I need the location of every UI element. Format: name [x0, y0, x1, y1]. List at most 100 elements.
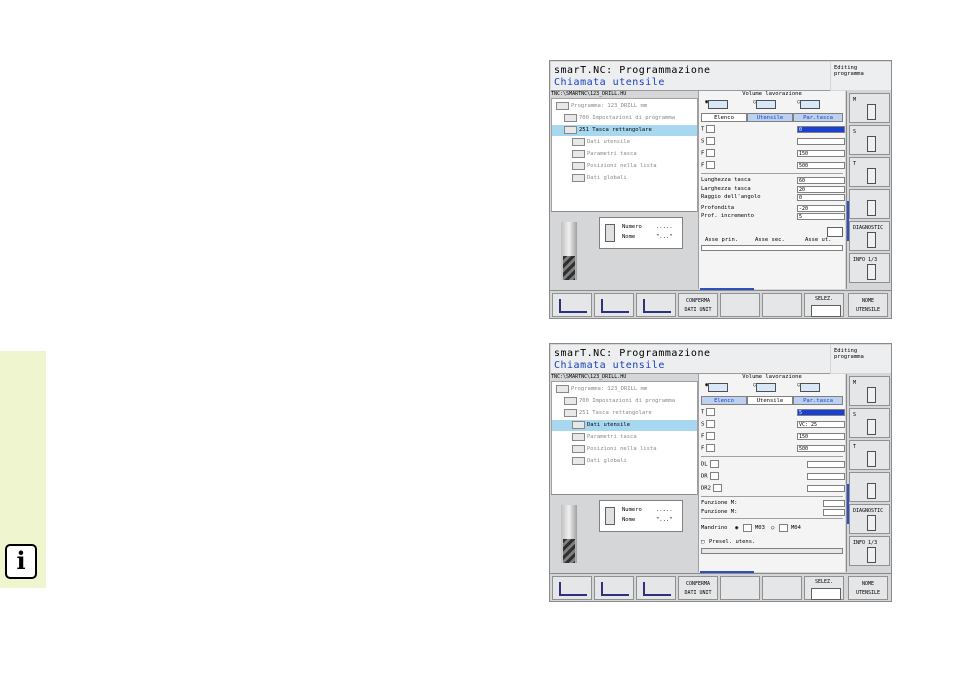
name-label-2: UTENSILE	[855, 307, 881, 313]
confirm-label-1: CONFERMA	[685, 581, 711, 587]
tree-item[interactable]: 700 Impostazioni di programma	[552, 113, 697, 124]
confirm-button[interactable]: CONFERMA DATI UNIT	[678, 293, 718, 317]
param-input[interactable]: -20	[797, 204, 845, 212]
tab-2[interactable]: Par.tasca	[793, 113, 843, 122]
side-softkey[interactable]	[849, 189, 890, 219]
side-softkey[interactable]: DIAGNOSTIC	[849, 221, 890, 251]
volume-radio[interactable]: ○	[797, 99, 821, 109]
side-softkey[interactable]: INFO 1/3	[849, 536, 890, 566]
tool-name-button[interactable]: NOME UTENSILE	[848, 576, 888, 600]
scroll-indicator[interactable]	[847, 484, 849, 524]
side-softkey[interactable]: DIAGNOSTIC	[849, 504, 890, 534]
tree-node-icon	[572, 161, 585, 170]
field-input[interactable]: 150	[797, 433, 845, 440]
offset-input[interactable]	[807, 461, 845, 468]
field-label-text: F	[701, 445, 705, 452]
field-input[interactable]: 500	[797, 445, 845, 452]
drill-icon	[867, 232, 876, 248]
empty-softkey[interactable]	[762, 293, 802, 317]
func-input[interactable]	[823, 509, 845, 516]
side-softkey[interactable]	[849, 472, 890, 502]
field-input[interactable]	[797, 138, 845, 145]
spindle-radio-cw[interactable]: ◉	[735, 522, 738, 534]
select-button[interactable]: SELEZ.	[804, 576, 844, 600]
side-softkey[interactable]: S	[849, 125, 890, 155]
tool-name-button[interactable]: NOME UTENSILE	[848, 293, 888, 317]
preselect-input[interactable]	[701, 548, 843, 554]
offset-input[interactable]	[807, 473, 845, 480]
preselect-checkbox[interactable]: □	[701, 538, 704, 547]
preselect-row[interactable]: □ Presel. utens.	[701, 538, 843, 547]
tree-item[interactable]: Dati globali	[552, 456, 697, 467]
tree-item[interactable]: Programma: 123_DRILL mm	[552, 101, 697, 112]
spindle-radio-ccw[interactable]: ○	[771, 522, 774, 534]
drill-icon	[867, 515, 876, 531]
volume-radio[interactable]: ◉	[705, 99, 729, 109]
drill-icon	[867, 547, 876, 563]
axis-input[interactable]	[701, 244, 843, 251]
volume-radio[interactable]: ◉	[705, 382, 729, 392]
volume-radio[interactable]: ○	[753, 99, 777, 109]
tree-item-label: Parametri tasca	[587, 434, 637, 440]
tree-item[interactable]: Dati globali	[552, 173, 697, 184]
tree-item[interactable]: 251 Tasca rettangolare	[552, 408, 697, 419]
field-input[interactable]: 500	[797, 162, 845, 169]
tab-1[interactable]: Utensile	[747, 396, 793, 405]
tab-1[interactable]: Utensile	[747, 113, 793, 122]
side-softkey[interactable]: M	[849, 93, 890, 123]
tree-item[interactable]: Parametri tasca	[552, 432, 697, 443]
screen-title: smarT.NC: Programmazione	[554, 348, 711, 359]
field-input[interactable]: 5	[797, 409, 845, 416]
tree-item[interactable]: Posizioni nella lista	[552, 444, 697, 455]
empty-softkey[interactable]	[762, 576, 802, 600]
axis-label: Asse prin.	[705, 236, 739, 243]
empty-softkey[interactable]	[720, 576, 760, 600]
field-input[interactable]: 150	[797, 150, 845, 157]
tree-item[interactable]: 700 Impostazioni di programma	[552, 396, 697, 407]
volume-radio[interactable]: ○	[753, 382, 777, 392]
side-softkey[interactable]: M	[849, 376, 890, 406]
tab-0[interactable]: Elenco	[701, 113, 747, 122]
tree-item[interactable]: Parametri tasca	[552, 149, 697, 160]
machining-softkey[interactable]	[552, 576, 592, 600]
spindle-icon	[743, 524, 752, 532]
param-input[interactable]: 60	[797, 177, 845, 184]
tree-item[interactable]: Posizioni nella lista	[552, 161, 697, 172]
side-softkey[interactable]: T	[849, 157, 890, 187]
machining-softkey[interactable]	[636, 576, 676, 600]
side-softkey[interactable]: INFO 1/3	[849, 253, 890, 283]
offset-input[interactable]	[807, 485, 845, 492]
param-input[interactable]: 20	[797, 185, 845, 193]
func-input[interactable]	[823, 500, 845, 507]
scroll-indicator[interactable]	[847, 201, 849, 241]
tree-item[interactable]: Dati utensile	[552, 420, 697, 431]
machining-softkey[interactable]	[636, 293, 676, 317]
machining-softkey[interactable]	[552, 293, 592, 317]
field-label-text: T	[701, 126, 705, 133]
tree-item[interactable]: 251 Tasca rettangolare	[552, 125, 697, 136]
field-label: T	[701, 125, 716, 135]
field-input[interactable]: VC: 25	[797, 421, 845, 428]
volume-radio[interactable]: ○	[797, 382, 821, 392]
machining-softkey[interactable]	[594, 576, 634, 600]
side-softkey-label: INFO 1/3	[853, 257, 878, 263]
tab-2[interactable]: Par.tasca	[793, 396, 843, 405]
spindle-row: Mandrino ◉ M03 ○ M04	[701, 522, 843, 534]
confirm-button[interactable]: CONFERMA DATI UNIT	[678, 576, 718, 600]
select-button[interactable]: SELEZ.	[804, 293, 844, 317]
tree-node-icon	[572, 432, 585, 441]
empty-softkey[interactable]	[720, 293, 760, 317]
side-softkey[interactable]: S	[849, 408, 890, 438]
field-row: S	[701, 137, 845, 146]
ribbon-icon	[756, 383, 777, 392]
side-softkey[interactable]: T	[849, 440, 890, 470]
param-input[interactable]: 5	[797, 213, 845, 220]
machining-softkey[interactable]	[594, 293, 634, 317]
axis-preset-icon[interactable]	[827, 226, 843, 237]
tree-item[interactable]: Dati utensile	[552, 137, 697, 148]
offset-icon	[712, 484, 722, 492]
tab-0[interactable]: Elenco	[701, 396, 747, 405]
tree-item[interactable]: Programma: 123_DRILL mm	[552, 384, 697, 395]
field-input[interactable]: 0	[797, 126, 845, 133]
param-input[interactable]: 0	[797, 194, 845, 201]
